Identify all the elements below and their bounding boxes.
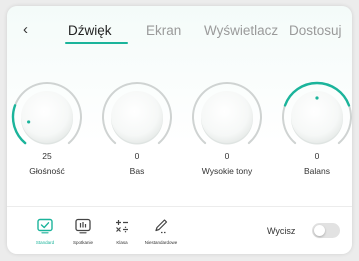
pen-icon: [152, 218, 170, 234]
tab-sound[interactable]: Dźwięk: [68, 22, 112, 40]
math-operators-icon: [113, 218, 131, 234]
bass-knob[interactable]: [99, 79, 175, 155]
active-tab-indicator: [65, 42, 128, 44]
mode-custom-button[interactable]: Niestandardowe: [138, 218, 184, 252]
knob-indicator-dot: [27, 120, 31, 124]
treble-label: Wysokie tony: [201, 166, 253, 176]
equalizer-icon: [74, 218, 92, 234]
volume-label: Głośność: [29, 166, 65, 176]
mode-custom-label: Niestandardowe: [144, 240, 178, 245]
tab-display[interactable]: Wyświetlacz: [204, 22, 278, 40]
tab-screen[interactable]: Ekran: [146, 22, 181, 40]
chevron-left-icon: ‹: [23, 21, 28, 38]
toggle-thumb: [314, 225, 325, 236]
knob-body: [111, 91, 163, 143]
knob-body: [201, 91, 253, 143]
balance-knob[interactable]: [279, 79, 352, 155]
bass-value: 0: [134, 151, 140, 161]
knob-body: [21, 91, 73, 143]
dial-graphic: [11, 82, 82, 145]
mute-toggle[interactable]: [312, 223, 340, 238]
sound-settings-panel: ‹ Dźwięk Ekran Wyświetlacz Dostosuj 25 G…: [7, 6, 352, 254]
bass-label: Bas: [129, 166, 145, 176]
dial-graphic: [192, 82, 262, 145]
dial-graphic: [282, 81, 352, 145]
volume-knob[interactable]: [9, 79, 85, 155]
divider: [7, 206, 352, 207]
mute-label: Wycisz: [267, 226, 296, 236]
treble-value: 0: [224, 151, 230, 161]
dial-graphic: [102, 82, 172, 145]
back-button[interactable]: ‹: [23, 21, 37, 39]
tab-customize[interactable]: Dostosuj: [289, 22, 342, 40]
knob-indicator-dot: [315, 96, 319, 100]
volume-value: 25: [42, 151, 52, 161]
treble-knob[interactable]: [189, 79, 265, 155]
balance-label: Balans: [304, 166, 330, 176]
check-square-icon: [36, 218, 54, 234]
balance-value: 0: [314, 151, 320, 161]
